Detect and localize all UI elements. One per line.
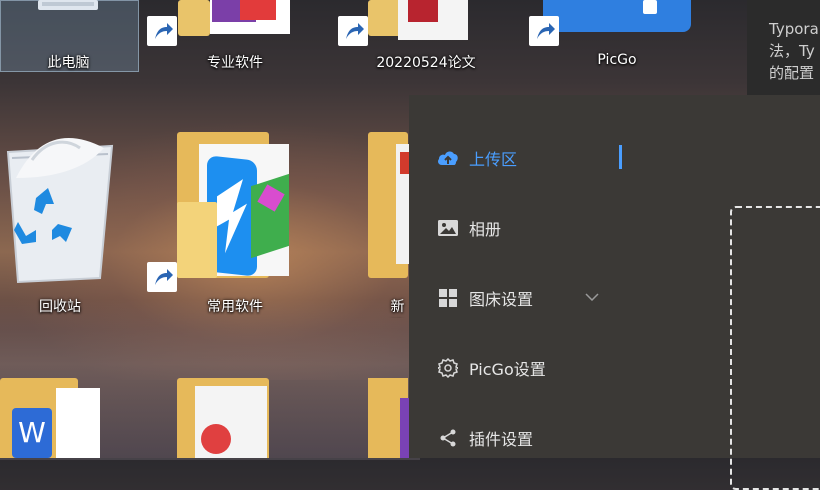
tooltip-line: 法，Ty — [769, 42, 815, 60]
upload-drop-zone[interactable] — [730, 206, 820, 490]
sidebar-item-album[interactable]: 相册 — [437, 214, 501, 242]
word-document-icon: W — [12, 408, 52, 458]
desktop-icon-common-software[interactable]: 常用软件 — [147, 132, 295, 318]
desktop-icon-this-pc[interactable]: 此电脑 — [0, 0, 139, 72]
computer-icon — [38, 0, 98, 10]
shortcut-arrow-icon — [147, 16, 177, 46]
image-icon — [437, 217, 459, 239]
desktop-icon-label: 20220524论文 — [376, 55, 476, 71]
desktop-icon-word-file[interactable]: W — [0, 378, 120, 458]
picgo-app-icon — [543, 0, 691, 32]
gear-icon — [437, 357, 459, 379]
sidebar-item-label: 插件设置 — [469, 430, 534, 449]
desktop-icon-folder-partial[interactable] — [366, 378, 409, 458]
share-icon — [437, 427, 459, 449]
cloud-upload-icon — [437, 147, 459, 169]
sidebar-item-label: 图床设置 — [469, 290, 534, 309]
desktop-icon-label: 回收站 — [39, 299, 81, 315]
desktop-icon-label: 此电脑 — [47, 55, 90, 71]
pdf-icon — [201, 424, 231, 454]
desktop-icon-picgo[interactable]: PicGo — [529, 0, 691, 72]
recycle-bin-icon — [6, 138, 114, 284]
desktop-icon-new-folder[interactable]: 新建 — [366, 132, 409, 318]
folder-icon — [368, 132, 409, 278]
sidebar-item-picgo-settings[interactable]: PicGo设置 — [437, 354, 546, 382]
sidebar-item-plugin-settings[interactable]: 插件设置 — [437, 424, 533, 452]
folder-icon — [178, 0, 290, 40]
tooltip-line: Typora — [769, 20, 819, 38]
sidebar-item-image-host-settings[interactable]: 图床设置 — [437, 284, 533, 312]
chevron-down-icon[interactable] — [585, 293, 599, 301]
tooltip-panel: Typora 法，Ty 的配置 — [747, 0, 820, 95]
shortcut-arrow-icon — [338, 16, 368, 46]
desktop-icon-label: PicGo — [597, 52, 637, 68]
folder-icon — [368, 0, 478, 40]
sidebar-item-label: 上传区 — [469, 150, 518, 169]
sidebar-item-label: 相册 — [469, 220, 502, 239]
desktop-icon-pdf-file[interactable] — [175, 378, 295, 458]
active-indicator — [619, 145, 622, 169]
shortcut-arrow-icon — [529, 16, 559, 46]
desktop-icon-label: 常用软件 — [207, 299, 263, 315]
sidebar-item-upload[interactable]: 上传区 — [437, 144, 517, 172]
grid-icon — [437, 287, 459, 309]
desktop-icon-label: 新建 — [390, 299, 405, 315]
tooltip-line: 的配置 — [769, 64, 815, 82]
desktop-icon-pro-software[interactable]: 专业软件 — [147, 0, 295, 72]
picgo-window: 上传区 相册 图床设置 PicGo设置 插件设置 — [409, 95, 820, 490]
desktop-icon-recycle-bin[interactable]: 回收站 — [0, 118, 120, 318]
shortcut-arrow-icon — [147, 262, 177, 292]
desktop-icon-label: 专业软件 — [207, 55, 263, 71]
desktop-icon-paper-folder[interactable]: 20220524论文 — [338, 0, 486, 72]
folder-icon — [177, 132, 293, 278]
sidebar-item-label: PicGo设置 — [469, 360, 546, 379]
